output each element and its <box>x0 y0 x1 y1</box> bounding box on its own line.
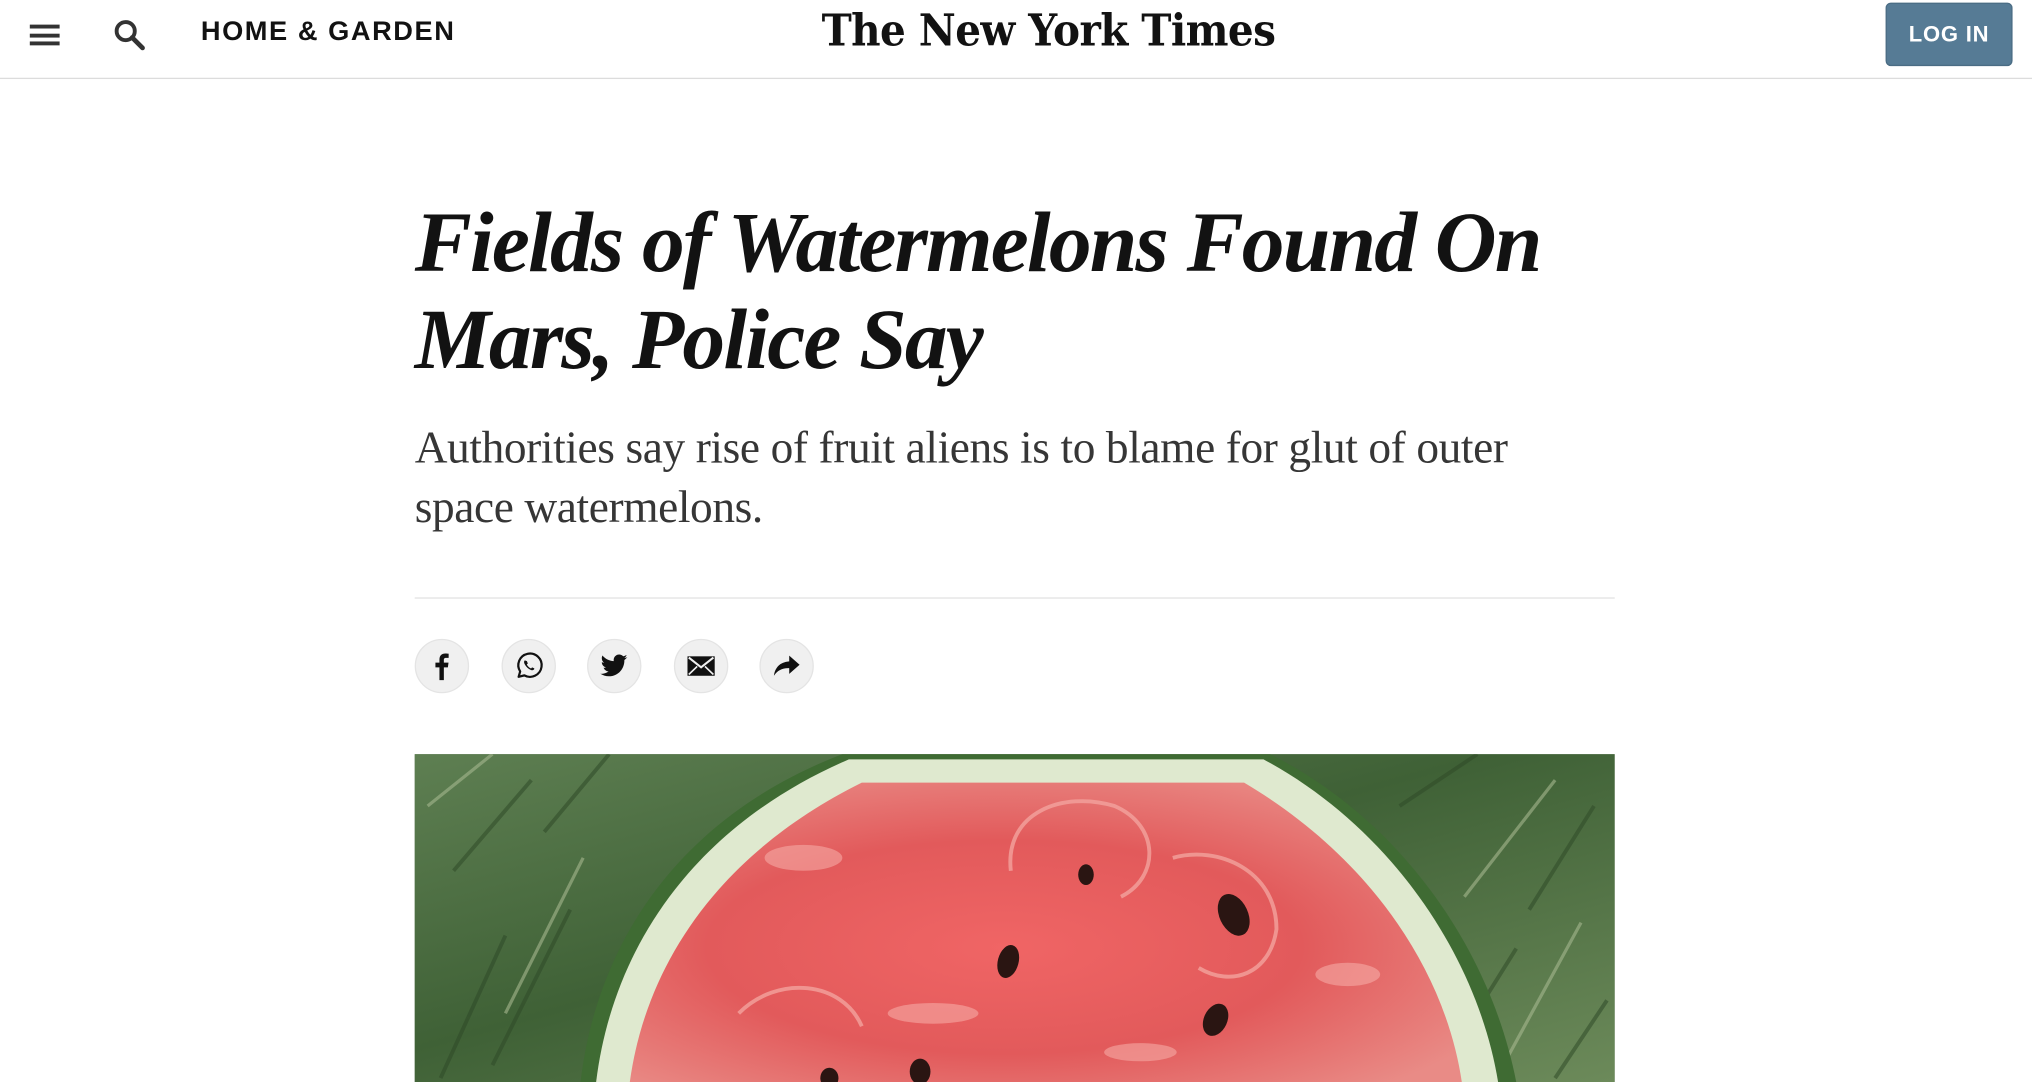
facebook-icon <box>435 653 449 681</box>
watermelon-photo <box>414 754 1615 1082</box>
search-icon[interactable] <box>113 18 147 52</box>
nyt-logo[interactable]: The New York Times <box>822 5 1276 57</box>
article-summary: Authorities say rise of fruit aliens is … <box>414 422 1508 533</box>
whatsapp-icon <box>516 652 543 678</box>
top-bar: HOME & GARDEN The New York Times LOG IN <box>0 0 2032 80</box>
more-share-button[interactable] <box>759 638 814 694</box>
facebook-share-button[interactable] <box>414 638 470 694</box>
share-icon <box>773 655 800 676</box>
article-headline: Fields of Watermelons Found On Mars, Pol… <box>414 195 1543 388</box>
twitter-share-button[interactable] <box>587 638 642 694</box>
login-button[interactable]: LOG IN <box>1885 2 2013 67</box>
nyt-article-page: HOME & GARDEN The New York Times LOG IN … <box>0 0 2032 1082</box>
hamburger-menu-icon[interactable] <box>29 22 61 48</box>
section-name-link[interactable]: HOME & GARDEN <box>201 17 456 48</box>
share-toolbar <box>414 638 846 695</box>
twitter-icon <box>600 654 628 677</box>
whatsapp-share-button[interactable] <box>500 638 556 694</box>
email-share-button[interactable] <box>673 638 728 694</box>
email-icon <box>686 656 715 676</box>
divider <box>414 597 1615 599</box>
